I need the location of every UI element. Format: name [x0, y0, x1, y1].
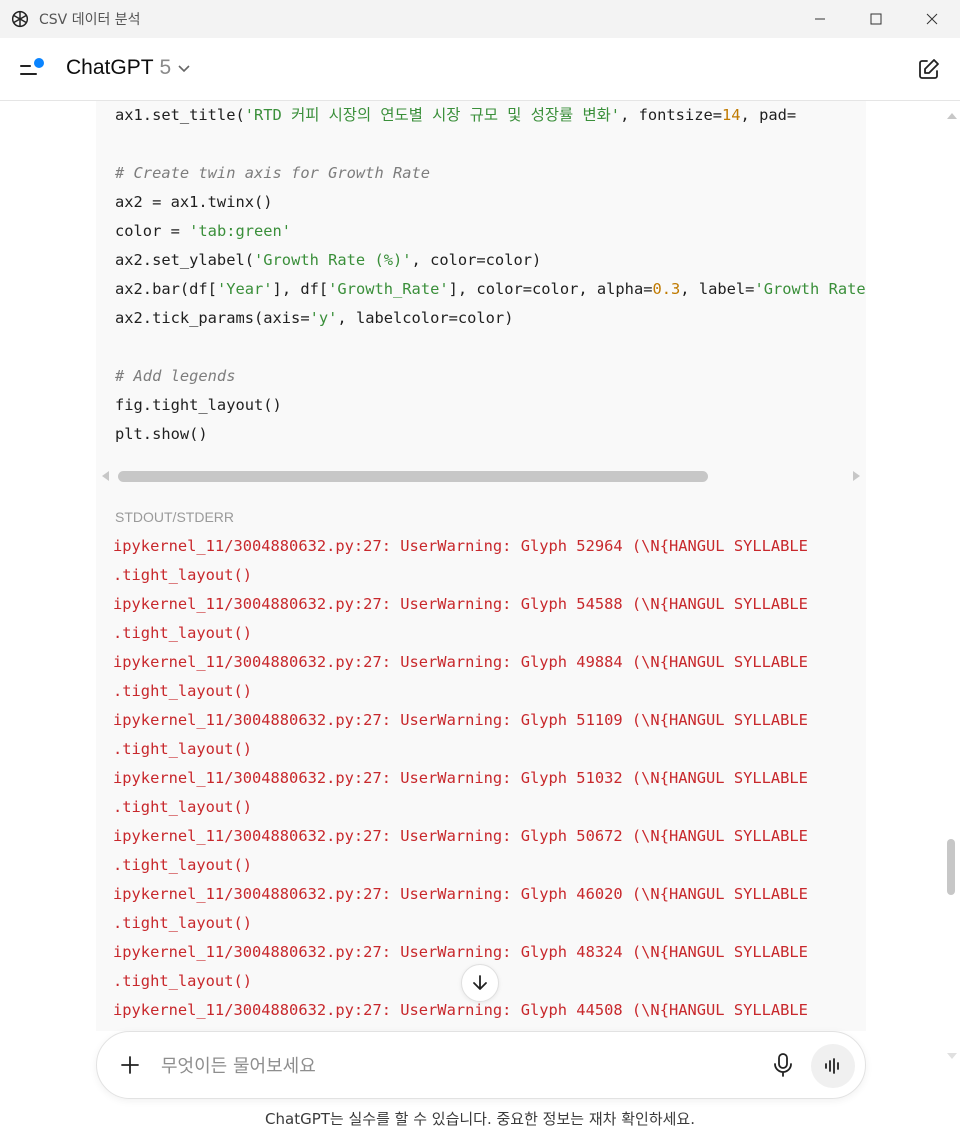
scrollbar-thumb[interactable]	[118, 471, 708, 482]
scroll-left-arrow[interactable]	[102, 471, 109, 481]
code-line: ax2 = ax1.twinx()	[115, 188, 866, 217]
message-input[interactable]: 무엇이든 물어보세요	[161, 1052, 316, 1078]
sidebar-menu-icon	[20, 58, 44, 75]
sidebar-toggle-button[interactable]	[18, 56, 48, 84]
code-token: 'Growth Rate	[754, 280, 866, 298]
code-text: ax1.set_title('RTD 커피 시장의 연도별 시장 규모 및 성장…	[115, 101, 866, 449]
app-header: ChatGPT 5	[0, 38, 960, 101]
minimize-icon	[815, 18, 825, 20]
message-composer[interactable]: 무엇이든 물어보세요	[96, 1031, 866, 1099]
model-version: 5	[159, 56, 172, 79]
code-token: ax2.tick_params(axis=	[115, 309, 310, 327]
page-vertical-scrollbar[interactable]	[942, 101, 960, 1061]
code-line: plt.show()	[115, 420, 866, 449]
code-token: , label=	[680, 280, 755, 298]
code-token: , fontsize=	[620, 106, 722, 124]
code-token: 'Year'	[216, 280, 273, 298]
output-label: STDOUT/STDERR	[115, 509, 234, 525]
code-token: 'RTD 커피 시장의 연도별 시장 규모 및 성장률 변화'	[244, 106, 621, 124]
minimize-button[interactable]	[792, 0, 848, 38]
output-line: ipykernel_11/3004880632.py:27: UserWarni…	[113, 711, 808, 729]
code-token: 'Growth_Rate'	[328, 280, 449, 298]
output-line: .tight_layout()	[113, 914, 252, 932]
plus-icon	[121, 1056, 139, 1074]
code-token: ], df[	[272, 280, 329, 298]
code-token: 14	[722, 106, 741, 124]
close-button[interactable]	[904, 0, 960, 38]
output-line: ipykernel_11/3004880632.py:27: UserWarni…	[113, 885, 808, 903]
code-token: 'tab:green'	[189, 222, 292, 240]
microphone-icon	[774, 1053, 792, 1077]
add-attachment-button[interactable]	[119, 1054, 141, 1076]
maximize-icon	[870, 13, 882, 25]
output-line: .tight_layout()	[113, 798, 252, 816]
output-block: STDOUT/STDERR ipykernel_11/3004880632.py…	[96, 488, 866, 1031]
code-line: fig.tight_layout()	[115, 391, 866, 420]
output-line: ipykernel_11/3004880632.py:27: UserWarni…	[113, 827, 808, 845]
code-token: 'y'	[309, 309, 338, 327]
code-line: color = 'tab:green'	[115, 217, 866, 246]
code-token: plt.show()	[115, 425, 208, 443]
dictation-button[interactable]	[771, 1052, 795, 1078]
scrollbar-thumb[interactable]	[947, 839, 955, 895]
code-token: ax2 = ax1.twinx()	[115, 193, 273, 211]
output-line: .tight_layout()	[113, 740, 252, 758]
code-token: ], color=color, alpha=	[448, 280, 653, 298]
scroll-right-arrow[interactable]	[853, 471, 860, 481]
close-icon	[926, 13, 938, 25]
chevron-down-icon	[178, 65, 190, 73]
output-line: ipykernel_11/3004880632.py:27: UserWarni…	[113, 653, 808, 671]
window-title: CSV 데이터 분석	[39, 12, 141, 28]
edit-icon	[919, 59, 939, 79]
notification-dot	[34, 58, 44, 68]
window-title-bar: CSV 데이터 분석	[0, 0, 960, 38]
code-line: ax2.tick_params(axis='y', labelcolor=col…	[115, 304, 866, 333]
output-line: .tight_layout()	[113, 566, 252, 584]
code-token: , labelcolor=color)	[337, 309, 514, 327]
code-line: ax2.set_ylabel('Growth Rate (%)', color=…	[115, 246, 866, 275]
openai-logo-icon	[11, 10, 29, 28]
scroll-up-arrow[interactable]	[947, 113, 957, 119]
code-token: , color=color)	[411, 251, 542, 269]
code-token: 0.3	[652, 280, 681, 298]
code-token: , pad=	[740, 106, 797, 124]
output-line: .tight_layout()	[113, 856, 252, 874]
output-line: ipykernel_11/3004880632.py:27: UserWarni…	[113, 537, 808, 555]
code-token: # Create twin axis for Growth Rate	[115, 164, 431, 182]
output-line: ipykernel_11/3004880632.py:27: UserWarni…	[113, 769, 808, 787]
chat-content[interactable]: ax1.set_title('RTD 커피 시장의 연도별 시장 규모 및 성장…	[0, 101, 960, 1031]
maximize-button[interactable]	[848, 0, 904, 38]
code-token: ax2.set_ylabel(	[115, 251, 254, 269]
voice-wave-icon	[825, 1058, 839, 1074]
model-selector[interactable]: ChatGPT 5	[66, 56, 191, 80]
voice-mode-button[interactable]	[811, 1044, 855, 1088]
code-line: # Add legends	[115, 362, 866, 391]
scroll-down-arrow[interactable]	[947, 1053, 957, 1059]
disclaimer-text: ChatGPT는 실수를 할 수 있습니다. 중요한 정보는 재차 확인하세요.	[265, 1110, 695, 1128]
output-text: ipykernel_11/3004880632.py:27: UserWarni…	[113, 532, 808, 1031]
code-token: fig.tight_layout()	[115, 396, 282, 414]
output-line: .tight_layout()	[113, 682, 252, 700]
arrow-down-icon	[473, 975, 487, 990]
code-line: ax2.bar(df['Year'], df['Growth_Rate'], c…	[115, 275, 866, 304]
scroll-to-bottom-button[interactable]	[461, 964, 499, 1002]
code-line: ax1.set_title('RTD 커피 시장의 연도별 시장 규모 및 성장…	[115, 101, 866, 130]
code-token: ax2.bar(df[	[115, 280, 217, 298]
code-line: # Create twin axis for Growth Rate	[115, 159, 866, 188]
model-name: ChatGPT	[66, 56, 154, 79]
code-token: 'Growth Rate (%)'	[254, 251, 412, 269]
code-block: ax1.set_title('RTD 커피 시장의 연도별 시장 규모 및 성장…	[96, 101, 866, 501]
code-token: ax1.set_title(	[115, 106, 245, 124]
code-horizontal-scrollbar[interactable]	[96, 464, 866, 488]
output-line: ipykernel_11/3004880632.py:27: UserWarni…	[113, 943, 808, 961]
code-token: # Add legends	[115, 367, 236, 385]
output-line: .tight_layout()	[113, 624, 252, 642]
output-line: ipykernel_11/3004880632.py:27: UserWarni…	[113, 595, 808, 613]
window-controls	[792, 0, 960, 38]
output-line: ipykernel_11/3004880632.py:27: UserWarni…	[113, 1001, 808, 1019]
new-chat-button[interactable]	[916, 56, 942, 82]
code-token: color =	[115, 222, 190, 240]
